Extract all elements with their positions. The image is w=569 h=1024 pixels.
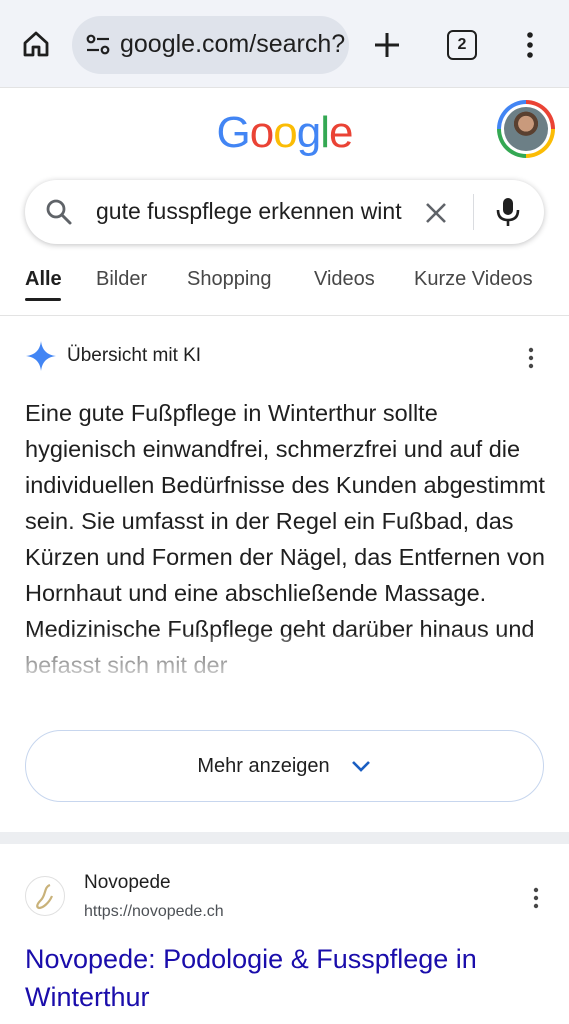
clear-icon[interactable] [423,200,449,226]
ai-overview-header: Übersicht mit KI [25,340,544,374]
sparkle-icon [26,341,56,371]
ai-overview-title: Übersicht mit KI [67,345,202,366]
mic-icon[interactable] [495,196,521,228]
more-vert-icon[interactable] [525,346,537,370]
tab-kurze-videos[interactable]: Kurze Videos [414,268,533,291]
search-icon [46,199,72,225]
more-vert-icon[interactable] [530,886,542,910]
logo-letter: e [328,108,354,157]
show-more-button[interactable]: Mehr anzeigen [25,730,544,802]
more-vert-icon[interactable] [520,30,540,60]
logo-letter: g [296,108,322,157]
result-title-link[interactable]: Novopede: Podologie & Fusspflege in Wint… [25,940,555,1016]
logo-letter: o [249,108,275,157]
avatar-photo [504,107,548,151]
google-logo[interactable]: Google [0,108,569,158]
plus-icon[interactable] [372,30,402,60]
tab-shopping[interactable]: Shopping [187,268,272,291]
tab-videos[interactable]: Videos [314,268,375,291]
site-url[interactable]: https://novopede.ch [84,903,224,921]
tune-icon[interactable] [86,34,110,56]
search-box[interactable]: gute fusspflege erkennen winterthur [25,180,544,244]
address-bar[interactable]: google.com/search? [72,16,349,74]
search-tabs: Alle Bilder Shopping Videos Kurze Videos [0,262,569,316]
browser-toolbar: google.com/search? 2 [0,0,569,88]
tabs-icon[interactable]: 2 [447,30,477,60]
tab-bilder[interactable]: Bilder [96,268,147,291]
tab-count: 2 [457,36,467,53]
search-divider [473,194,474,230]
logo-letter: l [320,108,330,157]
site-favicon[interactable] [25,876,65,916]
site-name[interactable]: Novopede [84,872,171,894]
url-text[interactable]: google.com/search? [120,30,345,59]
novopede-logo-icon [36,883,54,910]
search-input[interactable]: gute fusspflege erkennen winterthur [96,198,402,225]
tab-alle[interactable]: Alle [25,268,62,291]
logo-letter: G [216,108,251,157]
section-separator [0,832,569,844]
avatar-ring [501,104,551,154]
home-icon[interactable] [20,28,52,60]
chevron-down-icon [351,761,370,772]
ai-overview-text-container: Eine gute Fußpflege in Winterthur sollte… [25,395,545,715]
show-more-label: Mehr anzeigen [197,754,330,777]
active-tab-indicator [25,298,61,301]
text-fade-overlay [25,635,545,715]
account-avatar[interactable] [497,100,555,158]
logo-letter: o [273,108,298,157]
